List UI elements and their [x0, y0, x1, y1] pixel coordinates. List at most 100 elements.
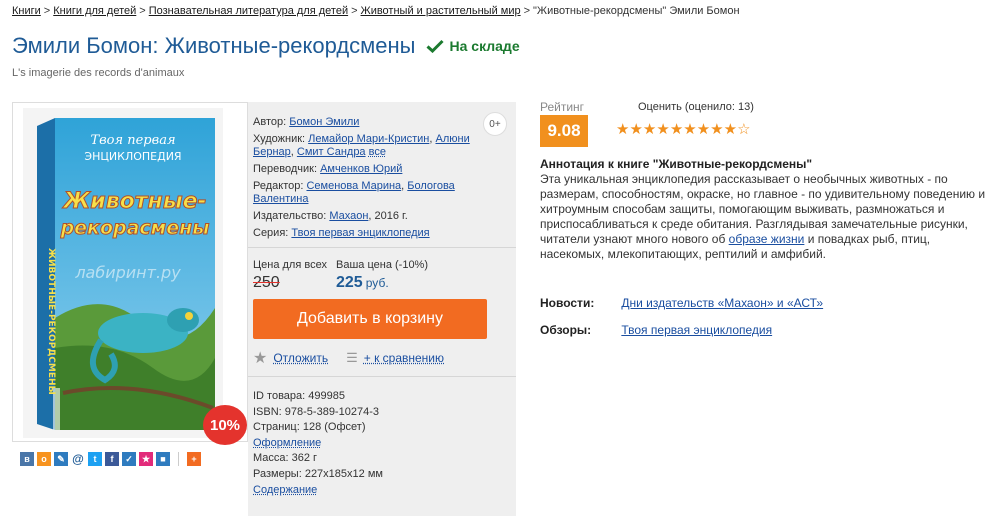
- mail-icon[interactable]: @: [71, 452, 85, 466]
- page-count: Страниц: 128 (Офсет): [253, 421, 366, 434]
- stock-label: На складе: [449, 38, 520, 54]
- series-label: Серия:: [253, 227, 289, 239]
- compare-list-icon[interactable]: ☰: [346, 350, 358, 366]
- cover-spine-text: ЖИВОТНЫЕ-РЕКОРДСМЕНЫ: [46, 248, 56, 395]
- cover-title-line1: Животные-: [61, 189, 206, 214]
- publisher-row: Издательство: Махаон, 2016 г.: [253, 210, 478, 223]
- breadcrumb-separator: >: [351, 5, 358, 17]
- annotation: Аннотация к книге "Животные-рекордсмены"…: [540, 157, 988, 262]
- publisher-link[interactable]: Махаон: [329, 210, 368, 222]
- breadcrumb-link-kids-books[interactable]: Книги для детей: [53, 5, 136, 17]
- stock-status: На складе: [425, 38, 520, 54]
- translator-row: Переводчик: Амченков Юрий: [253, 163, 478, 176]
- star-filled-icon[interactable]: ★: [616, 121, 629, 138]
- your-price-value-row: 225 руб.: [336, 274, 428, 292]
- news-label: Новости:: [540, 296, 595, 310]
- list-price: Цена для всех 250: [253, 259, 327, 292]
- list-price-label: Цена для всех: [253, 259, 327, 271]
- rating-block: Рейтинг 9.08 Оценить (оценило: 13) ★★★★★…: [540, 100, 754, 147]
- star-filled-icon[interactable]: ★: [683, 121, 696, 138]
- vk-icon[interactable]: в: [20, 452, 34, 466]
- translator-label: Переводчик:: [253, 163, 318, 175]
- list-price-value: 250: [253, 274, 280, 291]
- book-attributes: Автор: Бомон Эмили Художник: Лемайор Мар…: [253, 116, 478, 244]
- discount-badge: 10%: [203, 405, 247, 445]
- artist-label: Художник:: [253, 133, 306, 145]
- livejournal-icon[interactable]: ✎: [54, 452, 68, 466]
- star-filled-icon[interactable]: ★: [670, 121, 683, 138]
- star-icon[interactable]: ★: [139, 452, 153, 466]
- title-row: Эмили Бомон: Животные-рекордсмены На скл…: [12, 33, 520, 59]
- star-filled-icon[interactable]: ★: [724, 121, 737, 138]
- editor-label: Редактор:: [253, 180, 304, 192]
- breadcrumb-link-animal-world[interactable]: Животный и растительный мир: [361, 5, 521, 17]
- info-panel: Автор: Бомон Эмили Художник: Лемайор Мар…: [248, 102, 516, 516]
- star-filled-icon[interactable]: ★: [656, 121, 669, 138]
- breadcrumb: Книги > Книги для детей > Познавательная лит…: [12, 5, 740, 17]
- editor-row: Редактор: Семенова Марина, Бологова Вале…: [253, 180, 455, 205]
- odnoklassniki-icon[interactable]: о: [37, 452, 51, 466]
- breadcrumb-link-books[interactable]: Книги: [12, 5, 41, 17]
- breadcrumb-current: "Животные-рекордсмены" Эмили Бомон: [533, 5, 740, 17]
- artist-link-3[interactable]: Смит Сандра: [297, 146, 366, 158]
- annotation-text: Эта уникальная энциклопедия рассказывает…: [540, 172, 988, 262]
- star-filled-icon[interactable]: ★: [643, 121, 656, 138]
- your-price: Ваша цена (-10%) 225 руб.: [336, 259, 428, 292]
- reviews-label: Обзоры:: [540, 323, 592, 337]
- star-empty-icon[interactable]: ☆: [737, 121, 750, 138]
- design-link[interactable]: Оформление: [253, 437, 321, 449]
- reviews-row: Обзоры: Твоя первая энциклопедия: [540, 323, 772, 337]
- author-label: Автор:: [253, 116, 287, 128]
- annotation-heading: Аннотация к книге "Животные-рекордсмены": [540, 157, 813, 171]
- rating-stars[interactable]: ★★★★★★★★★☆: [616, 120, 751, 138]
- age-rating-badge: 0+: [483, 112, 507, 136]
- divider: [248, 376, 516, 377]
- cover-series-top: Твоя первая: [90, 133, 175, 148]
- contents-link[interactable]: Содержание: [253, 484, 317, 496]
- myworld-icon[interactable]: ■: [156, 452, 170, 466]
- twitter-icon[interactable]: t: [88, 452, 102, 466]
- page-title: Эмили Бомон: Животные-рекордсмены: [12, 33, 416, 58]
- defer-link[interactable]: Отложить: [273, 351, 328, 365]
- star-filled-icon[interactable]: ★: [710, 121, 723, 138]
- author-row: Автор: Бомон Эмили: [253, 116, 478, 129]
- artist-all-link[interactable]: все: [369, 146, 386, 158]
- defer-star-icon[interactable]: ★: [253, 348, 267, 368]
- reviews-link[interactable]: Твоя первая энциклопедия: [621, 323, 772, 337]
- news-link[interactable]: Дни издательств «Махаон» и «АСТ»: [621, 296, 823, 310]
- publisher-label: Издательство:: [253, 210, 327, 222]
- cover-container[interactable]: Твоя первая ЭНЦИКЛОПЕДИЯ Животные- рекор…: [12, 102, 248, 445]
- original-title: L's imagerie des records d'animaux: [12, 67, 185, 79]
- artist-link-1[interactable]: Лемайор Мари-Кристин: [308, 133, 429, 145]
- product-id: ID товара: 499985: [253, 390, 345, 402]
- book-cover-image[interactable]: Твоя первая ЭНЦИКЛОПЕДИЯ Животные- рекор…: [23, 108, 223, 438]
- checkmark-icon: [425, 39, 444, 53]
- annotation-link[interactable]: образе жизни: [729, 232, 805, 246]
- news-row: Новости: Дни издательств «Махаон» и «АСТ…: [540, 296, 823, 310]
- star-filled-icon[interactable]: ★: [629, 121, 642, 138]
- breadcrumb-link-educational[interactable]: Познавательная литература для детей: [149, 5, 348, 17]
- facebook-icon[interactable]: f: [105, 452, 119, 466]
- cover-series-bottom: ЭНЦИКЛОПЕДИЯ: [84, 150, 181, 163]
- share-divider: [178, 452, 179, 466]
- author-link[interactable]: Бомон Эмили: [289, 116, 359, 128]
- vote-label: Оценить (оценило: 13): [638, 101, 754, 113]
- plus-icon[interactable]: +: [187, 452, 201, 466]
- star-filled-icon[interactable]: ★: [697, 121, 710, 138]
- add-to-cart-button[interactable]: Добавить в корзину: [253, 299, 487, 339]
- weight: Масса: 362 г: [253, 452, 318, 465]
- series-row: Серия: Твоя первая энциклопедия: [253, 227, 478, 240]
- breadcrumb-separator: >: [43, 5, 51, 17]
- cover-watermark: лабиринт.ру: [74, 263, 181, 282]
- bookmark-icon[interactable]: ✓: [122, 452, 136, 466]
- cover-title-line2: рекорасмены: [60, 217, 210, 239]
- translator-link[interactable]: Амченков Юрий: [320, 163, 402, 175]
- breadcrumb-separator: >: [139, 5, 146, 17]
- editor-link-1[interactable]: Семенова Марина: [306, 180, 401, 192]
- series-link[interactable]: Твоя первая энциклопедия: [291, 227, 429, 239]
- rating-score: 9.08: [540, 115, 588, 147]
- divider: [248, 247, 516, 248]
- your-price-value: 225: [336, 274, 363, 291]
- compare-link[interactable]: + к сравнению: [364, 351, 444, 365]
- currency: руб.: [365, 276, 389, 290]
